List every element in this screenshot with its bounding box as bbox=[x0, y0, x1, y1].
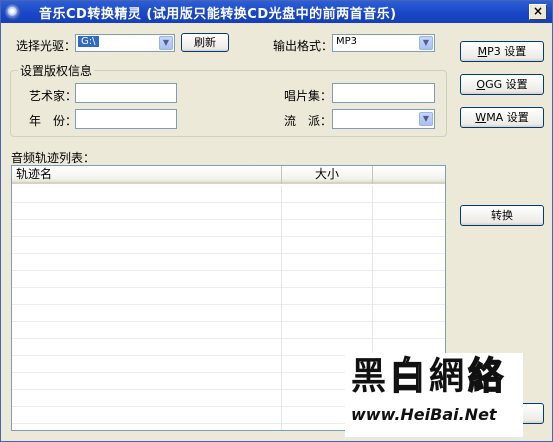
column-header-empty[interactable] bbox=[373, 166, 445, 184]
close-button[interactable]: × bbox=[529, 4, 547, 20]
logo-char: 絡 bbox=[467, 354, 508, 399]
ogg-settings-button[interactable]: OGG 设置 bbox=[460, 74, 544, 95]
logo-char: 白 bbox=[389, 354, 430, 399]
cd-app-icon bbox=[5, 4, 21, 20]
window-title: 音乐CD转换精灵 (试用版只能转换CD光盘中的前两首音乐) bbox=[39, 7, 397, 22]
watermark: 黑白網絡 www.HeiBai.Net bbox=[345, 353, 523, 437]
title-bar[interactable]: 音乐CD转换精灵 (试用版只能转换CD光盘中的前两首音乐) × bbox=[1, 1, 552, 23]
watermark-url: www.HeiBai.Net bbox=[351, 405, 497, 424]
chevron-down-icon[interactable]: ▼ bbox=[159, 36, 173, 50]
album-label: 唱片集： bbox=[284, 89, 333, 103]
column-header-size[interactable]: 大小 bbox=[282, 166, 373, 184]
track-list-header: 轨迹名 大小 bbox=[12, 166, 445, 184]
genre-label: 流 派： bbox=[284, 114, 333, 128]
genre-select[interactable]: ▼ bbox=[332, 109, 435, 129]
output-format-value: MP3 bbox=[336, 36, 358, 47]
output-format-label: 输出格式： bbox=[273, 39, 334, 53]
logo-char: 黑 bbox=[351, 354, 391, 398]
logo-char: 網 bbox=[429, 354, 469, 398]
wma-settings-button[interactable]: WMA 设置 bbox=[460, 107, 544, 128]
year-input[interactable] bbox=[75, 109, 177, 129]
artist-label: 艺术家： bbox=[29, 89, 78, 103]
drive-label: 选择光驱： bbox=[16, 39, 77, 53]
convert-button[interactable]: 转换 bbox=[460, 205, 544, 226]
wma-hotkey: W bbox=[475, 111, 487, 124]
copyright-group-title: 设置版权信息 bbox=[18, 62, 95, 79]
ogg-label: GG 设置 bbox=[485, 78, 528, 91]
chevron-down-icon[interactable]: ▼ bbox=[419, 112, 433, 126]
watermark-logo: 黑白網絡 bbox=[351, 354, 507, 400]
column-divider bbox=[281, 186, 282, 430]
mp3-settings-button[interactable]: MP3 设置 bbox=[460, 41, 544, 62]
album-input[interactable] bbox=[332, 83, 435, 103]
drive-value: G:\ bbox=[78, 36, 99, 47]
app-window: 音乐CD转换精灵 (试用版只能转换CD光盘中的前两首音乐) × 选择光驱： G:… bbox=[0, 0, 553, 442]
mp3-label: P3 设置 bbox=[487, 45, 527, 58]
artist-input[interactable] bbox=[75, 83, 177, 103]
track-list-label: 音频轨迹列表： bbox=[11, 151, 96, 165]
output-format-select[interactable]: MP3 ▼ bbox=[332, 34, 435, 52]
mp3-hotkey: M bbox=[477, 45, 488, 58]
chevron-down-icon[interactable]: ▼ bbox=[419, 36, 433, 50]
wma-label: MA 设置 bbox=[486, 111, 529, 124]
column-header-track-name[interactable]: 轨迹名 bbox=[12, 166, 282, 184]
drive-select[interactable]: G:\ ▼ bbox=[75, 34, 175, 52]
year-label: 年 份： bbox=[29, 114, 78, 128]
ogg-hotkey: O bbox=[476, 78, 486, 91]
refresh-button[interactable]: 刷新 bbox=[181, 33, 229, 52]
